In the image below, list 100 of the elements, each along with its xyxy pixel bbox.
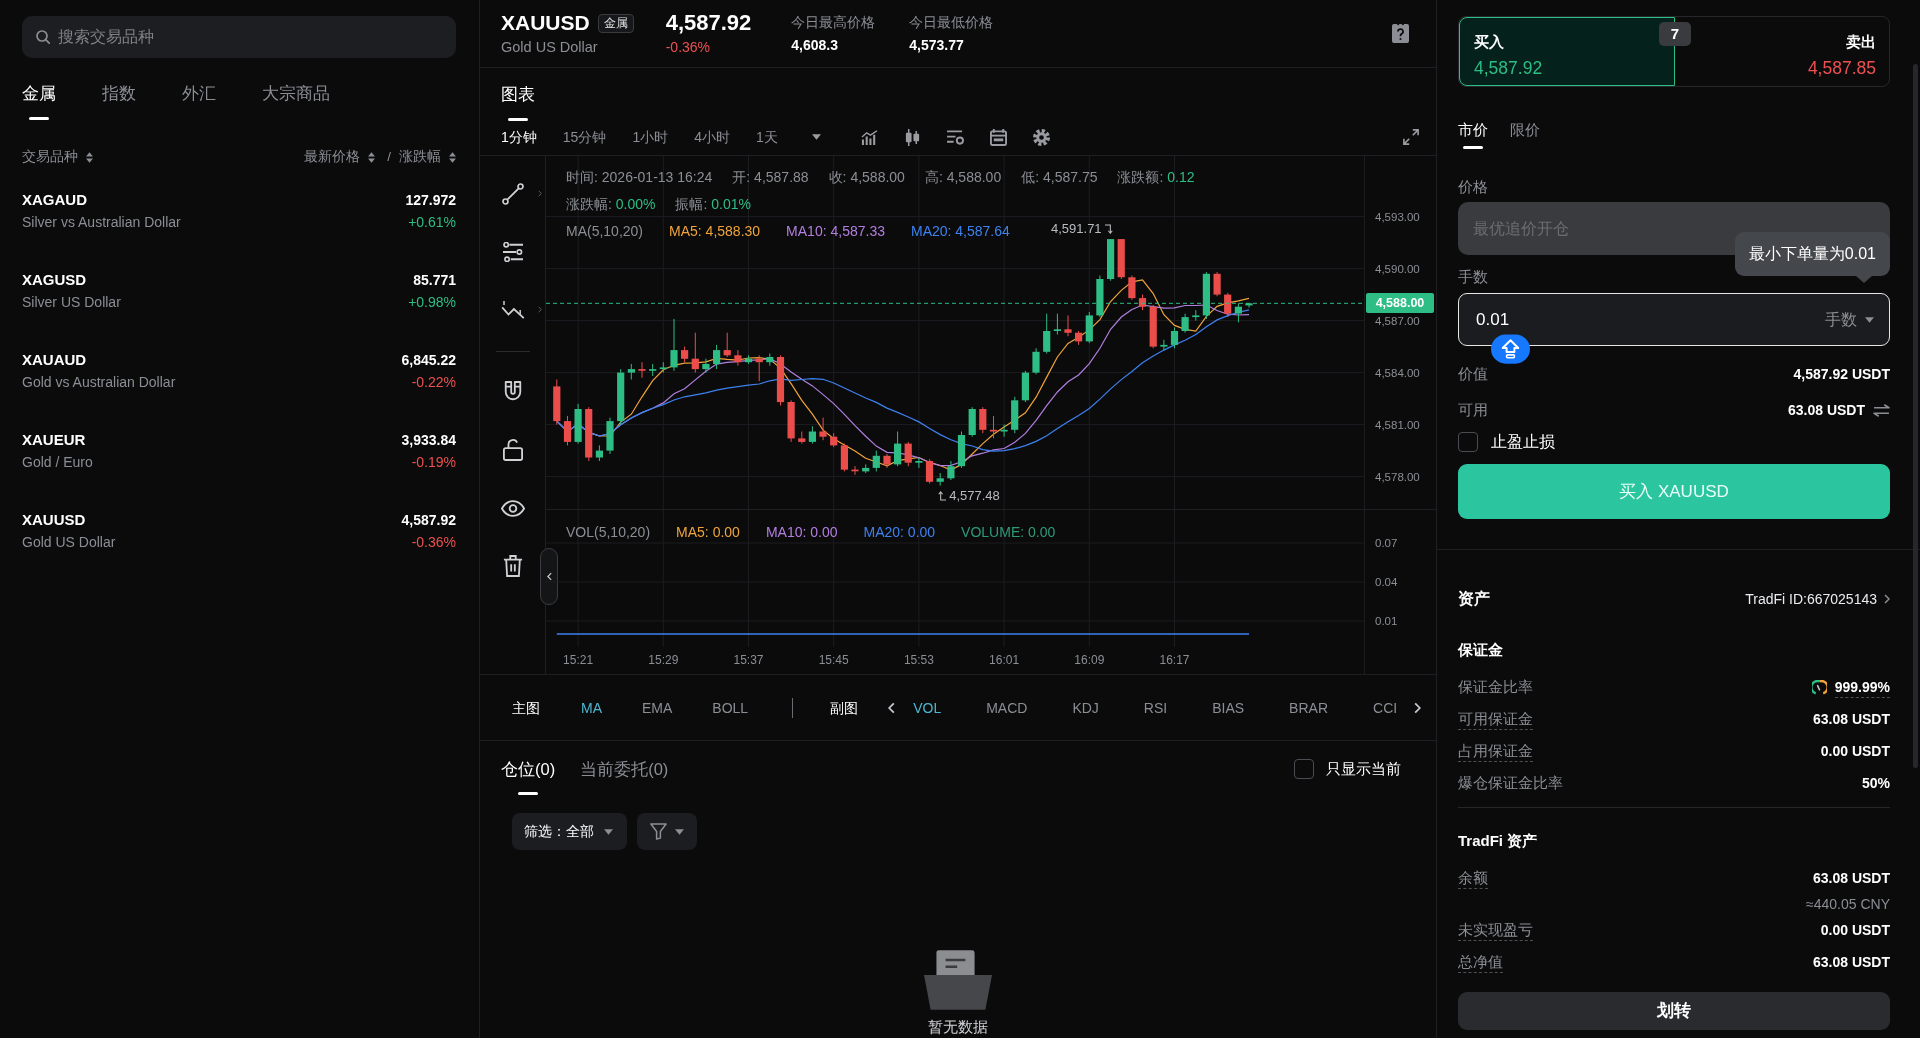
funnel-dropdown[interactable] xyxy=(637,813,697,850)
summary-label: 价值 xyxy=(1458,364,1488,384)
time-axis-label: 15:53 xyxy=(903,653,934,668)
time-axis-label: 15:37 xyxy=(733,653,764,668)
instrument-symbol[interactable]: XAUUSD xyxy=(22,510,116,530)
interval-tab[interactable]: 1天 xyxy=(755,125,778,149)
calendar-icon[interactable] xyxy=(989,128,1007,146)
funnel-icon xyxy=(650,823,667,840)
tooltip: 最小下单量为0.01 xyxy=(1734,232,1890,283)
time-axis-label: 15:45 xyxy=(818,653,849,668)
indicator-tab[interactable]: VOL xyxy=(913,697,942,718)
market-tab[interactable]: 指数 xyxy=(102,82,136,120)
volume-axis-label: 0.07 xyxy=(1375,536,1398,550)
trash-icon[interactable] xyxy=(502,555,523,577)
positions-tab[interactable]: 当前委托(0) xyxy=(580,757,669,795)
scroll-right-button[interactable] xyxy=(1414,701,1421,714)
positions-tab[interactable]: 仓位(0) xyxy=(501,757,556,795)
instrument-price: 6,845.22 xyxy=(401,351,456,370)
volume-value: MA5: 0.00 xyxy=(676,523,740,542)
swap-arrows-icon[interactable] xyxy=(1873,403,1890,417)
indicator-tab[interactable]: RSI xyxy=(1143,697,1168,718)
settings-icon[interactable] xyxy=(1032,128,1050,146)
gauge-icon xyxy=(1811,679,1827,695)
chevron-left-icon xyxy=(546,572,552,581)
section-label: 主图 xyxy=(512,698,540,718)
search-field[interactable]: 搜索交易品种 xyxy=(22,16,456,58)
price-change: -0.36% xyxy=(665,38,712,57)
line-tool-icon[interactable] xyxy=(501,183,524,205)
scroll-left-button[interactable] xyxy=(888,701,896,714)
market-tab[interactable]: 大宗商品 xyxy=(262,82,330,120)
stat-label: 今日最高价格 xyxy=(791,13,876,32)
instrument-price: 85.771 xyxy=(412,271,456,290)
account-link[interactable]: TradFi ID:667025143 xyxy=(1745,588,1890,610)
indicator-tab[interactable]: BIAS xyxy=(1212,697,1245,718)
transfer-button[interactable]: 划转 xyxy=(1458,992,1890,1030)
filter-dropdown[interactable]: 筛选：全部 xyxy=(512,813,627,850)
magnet-icon[interactable] xyxy=(502,381,523,403)
market-tab[interactable]: 金属 xyxy=(22,82,56,120)
price-axis-label: 4,587.00 xyxy=(1375,313,1420,328)
sort-icon[interactable] xyxy=(86,151,93,163)
order-type-tab[interactable]: 限价 xyxy=(1510,119,1540,149)
indicator-tab[interactable]: MA xyxy=(581,697,602,718)
indicator-chart-icon[interactable] xyxy=(860,129,878,145)
asset-value: 0.00 USDT xyxy=(1820,921,1890,940)
unit-dropdown[interactable]: 手数 xyxy=(1825,308,1874,332)
asset-label: 爆仓保证金比率 xyxy=(1458,773,1563,793)
sort-icon[interactable] xyxy=(368,151,376,163)
indicator-tab[interactable]: MACD xyxy=(986,697,1028,718)
interval-tab[interactable]: 15分钟 xyxy=(562,125,607,149)
scrollbar-thumb[interactable] xyxy=(1913,64,1918,768)
checkbox[interactable] xyxy=(1294,759,1314,779)
symbol-title: XAUUSD xyxy=(501,10,590,36)
zigzag-line-icon[interactable] xyxy=(500,301,525,319)
indicator-tab[interactable]: KDJ xyxy=(1072,697,1099,718)
indicator-legend: VOL(5,10,20) xyxy=(566,522,651,542)
indicator-tab[interactable]: BRAR xyxy=(1289,697,1328,718)
interval-tab[interactable]: 1分钟 xyxy=(501,125,537,149)
checkbox-label: 只显示当前 xyxy=(1326,759,1401,779)
indicator-tab[interactable]: EMA xyxy=(642,697,673,718)
time-axis-label: 15:21 xyxy=(563,653,594,668)
market-tab[interactable]: 外汇 xyxy=(182,82,216,120)
sort-icon[interactable] xyxy=(449,151,456,163)
instrument-change: +0.61% xyxy=(407,213,456,232)
eye-icon[interactable] xyxy=(500,499,525,517)
order-type-tab[interactable]: 市价 xyxy=(1458,119,1488,149)
instrument-symbol[interactable]: XAGUSD xyxy=(22,270,121,290)
volume-value: MA10: 0.00 xyxy=(765,523,838,542)
help-icon[interactable] xyxy=(1392,24,1409,43)
chart-tab[interactable]: 图表 xyxy=(501,83,535,121)
last-price: 4,587.92 xyxy=(665,10,752,36)
checkbox[interactable] xyxy=(1458,432,1478,452)
instrument-symbol[interactable]: XAUAUD xyxy=(22,350,176,370)
interval-tab[interactable]: 1小时 xyxy=(632,125,669,149)
instrument-price: 4,587.92 xyxy=(401,511,456,530)
asset-label: 占用保证金 xyxy=(1458,740,1533,762)
price-axis-label: 4,581.00 xyxy=(1375,417,1420,432)
indicator-tab[interactable]: BOLL xyxy=(712,697,749,718)
instrument-name: Silver US Dollar xyxy=(22,293,121,312)
template-icon[interactable] xyxy=(946,129,964,145)
column-header: 交易品种 xyxy=(22,148,78,166)
caret-icon[interactable] xyxy=(811,134,821,140)
fullscreen-icon[interactable] xyxy=(1403,129,1419,145)
time-axis-label: 16:01 xyxy=(989,653,1020,668)
interval-tab[interactable]: 4小时 xyxy=(694,125,730,149)
section-label: 副图 xyxy=(830,698,859,718)
instrument-symbol[interactable]: XAUEUR xyxy=(22,430,93,450)
caret-icon xyxy=(675,828,684,835)
indicator-tab[interactable]: CCI xyxy=(1373,697,1398,718)
unlock-icon[interactable] xyxy=(502,439,523,461)
last-price-tag: 4,588.00 xyxy=(1366,293,1434,314)
column-header: 涨跌幅 xyxy=(399,148,441,166)
instrument-symbol[interactable]: XAGAUD xyxy=(22,190,181,210)
instrument-change: -0.36% xyxy=(410,533,456,552)
volume-value: MA20: 0.00 xyxy=(863,523,936,542)
caret-icon xyxy=(604,828,613,835)
sliders-icon[interactable] xyxy=(501,242,524,262)
summary-value: 63.08 USDT xyxy=(1787,401,1865,420)
asset-label: 余额 xyxy=(1458,867,1488,889)
chevron-left-icon xyxy=(888,701,896,714)
candlestick-icon[interactable] xyxy=(903,128,921,146)
